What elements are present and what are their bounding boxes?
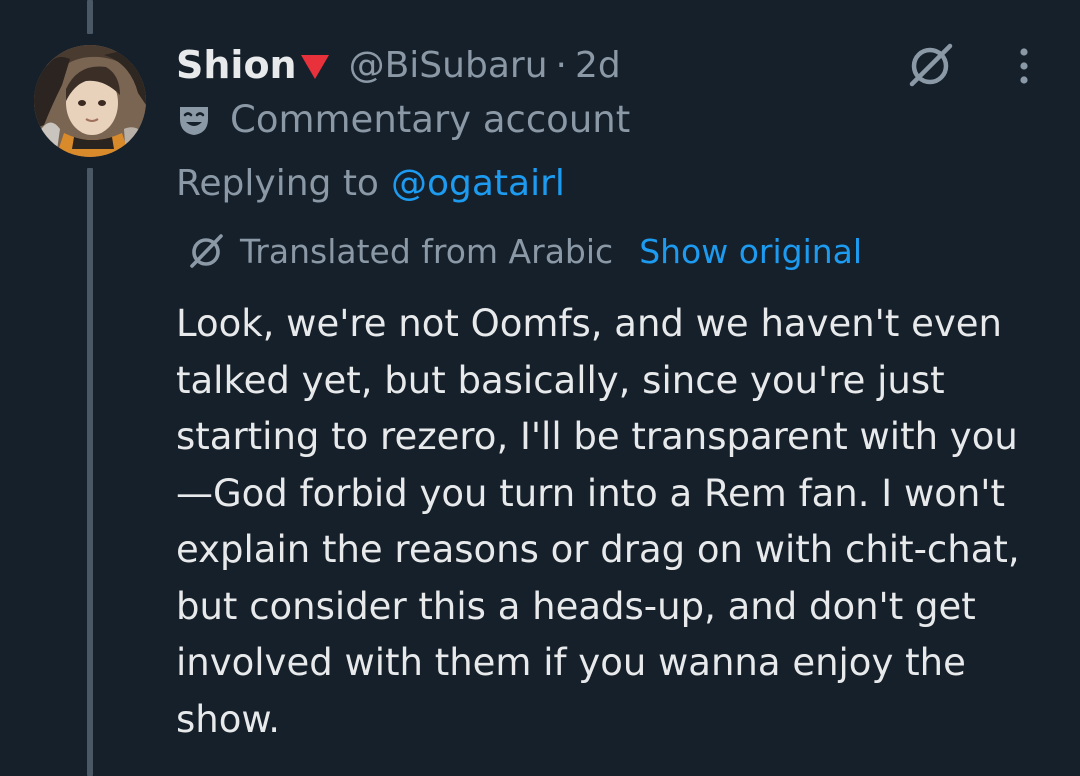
replying-to: Replying to @ogatairl (176, 160, 565, 206)
translation-notice: Translated from Arabic Show original (186, 228, 862, 274)
account-label: Commentary account (176, 96, 630, 142)
grok-slash-icon (909, 43, 953, 87)
account-label-text: Commentary account (230, 97, 631, 141)
tweet-body: Look, we're not Oomfs, and we haven't ev… (176, 302, 1020, 741)
timestamp[interactable]: 2d (575, 45, 621, 86)
user-handle[interactable]: @BiSubaru (349, 45, 548, 86)
reply-handle-link[interactable]: @ogatairl (391, 163, 565, 204)
avatar[interactable] (34, 45, 146, 157)
more-vertical-icon (1020, 48, 1028, 84)
red-triangle-down-icon (300, 55, 329, 79)
show-original-link[interactable]: Show original (639, 232, 862, 271)
theater-mask-icon (176, 101, 212, 137)
translated-from-text: Translated from Arabic (240, 231, 614, 271)
thread-connector-line (87, 168, 93, 776)
display-name[interactable]: Shion (176, 43, 297, 87)
avatar-image (34, 45, 146, 157)
more-options-button[interactable] (1004, 44, 1044, 88)
grok-button[interactable] (902, 40, 958, 90)
grok-slash-icon (186, 233, 226, 269)
replying-to-prefix: Replying to (176, 162, 379, 204)
tweet-header: Shion @BiSubaru · 2d (176, 40, 621, 90)
tweet-view: Shion @BiSubaru · 2d Commentary account (0, 0, 1080, 776)
separator-dot: · (555, 44, 567, 86)
thread-connector-line-top (87, 0, 93, 34)
